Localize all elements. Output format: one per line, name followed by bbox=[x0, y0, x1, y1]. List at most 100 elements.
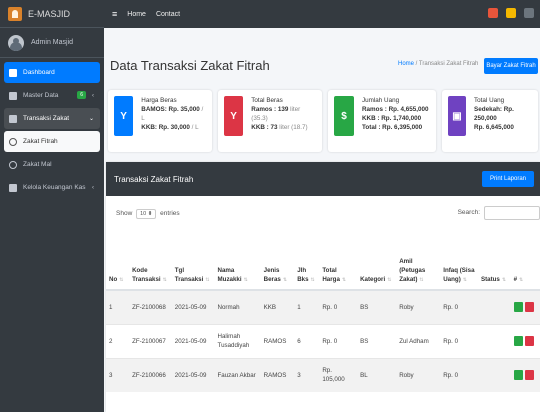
col-actions[interactable]: # ⇅ bbox=[510, 234, 540, 291]
edit-icon[interactable] bbox=[513, 370, 523, 381]
info-value: Ramos : 139 bbox=[251, 106, 289, 113]
user-menu-icon[interactable] bbox=[524, 8, 534, 18]
info-heading: Jumlah Uang bbox=[362, 97, 400, 104]
bayar-zakat-label: Bayar Zakat Fitrah bbox=[486, 63, 536, 69]
cell-kategori: BL bbox=[357, 357, 397, 392]
sidebar-item-label: Zakat Fitrah bbox=[23, 138, 58, 145]
bell-icon[interactable] bbox=[506, 8, 516, 18]
chevron-left-icon: ‹ bbox=[92, 92, 94, 99]
transaksi-card: Transaksi Zakat Fitrah Print Laporan Sho… bbox=[106, 162, 540, 412]
col-infaq[interactable]: Infaq (Sisa Uang) ⇅ bbox=[440, 234, 478, 291]
wallet-icon bbox=[9, 183, 17, 192]
info-box-jumlah-uang: $ Jumlah Uang Ramos : Rp. 4,655,000 KKB … bbox=[328, 90, 436, 152]
bayar-zakat-button[interactable]: Bayar Zakat Fitrah bbox=[484, 58, 538, 74]
info-value: KKB : 73 bbox=[251, 124, 278, 131]
cell-total: Rp. 105,000 bbox=[319, 357, 358, 392]
col-nama[interactable]: Nama Muzakki ⇅ bbox=[214, 234, 261, 291]
edit-icon[interactable] bbox=[513, 336, 523, 346]
breadcrumb: Home / Transaksi Zakat Fitrah bbox=[398, 61, 478, 67]
cell-kode: ZF-2100066 bbox=[129, 357, 172, 392]
nav-contact-link[interactable]: Contact bbox=[156, 11, 180, 18]
cell-amil: Zul Adham bbox=[396, 323, 441, 358]
col-amil[interactable]: Amil (Petugas Zakat) ⇅ bbox=[396, 234, 441, 291]
hamburger-menu-icon[interactable]: ≡ bbox=[112, 9, 117, 19]
rice-icon: Y bbox=[114, 96, 134, 136]
mosque-logo-icon bbox=[8, 6, 22, 21]
notification-icon[interactable] bbox=[488, 8, 498, 18]
cell-infaq: Rp. 0 bbox=[440, 323, 478, 358]
table-controls: Show 10 ⬍ entries Search: bbox=[106, 196, 540, 234]
col-tgl[interactable]: Tgl Transaksi ⇅ bbox=[171, 234, 215, 291]
card-title: Transaksi Zakat Fitrah bbox=[114, 174, 194, 184]
print-laporan-button[interactable]: Print Laporan bbox=[482, 171, 534, 187]
chevron-down-icon: ⌄ bbox=[88, 116, 94, 122]
info-heading: Total Beras bbox=[251, 97, 283, 104]
print-laporan-label: Print Laporan bbox=[489, 176, 527, 182]
info-heading: Harga Beras bbox=[141, 97, 177, 104]
delete-icon[interactable] bbox=[524, 370, 534, 381]
card-header: Transaksi Zakat Fitrah Print Laporan bbox=[106, 162, 540, 196]
cell-status bbox=[477, 289, 511, 324]
search-label: Search: bbox=[457, 209, 480, 216]
money-icon: $ bbox=[334, 96, 354, 136]
sidebar-item-dashboard[interactable]: Dashboard bbox=[4, 62, 100, 83]
info-box-total-beras: Y Total Beras Ramos : 139 liter (35.3) K… bbox=[218, 90, 322, 152]
info-value: Rp. 6,645,000 bbox=[474, 124, 514, 131]
sidebar-item-label: Dashboard bbox=[23, 69, 55, 76]
database-icon bbox=[9, 91, 17, 100]
col-kode[interactable]: Kode Transaksi ⇅ bbox=[129, 234, 172, 291]
cell-infaq: Rp. 0 bbox=[440, 357, 478, 392]
top-navbar: ≡ Home Contact bbox=[104, 0, 540, 28]
sidebar-item-master-data[interactable]: Master Data 6 ‹ bbox=[4, 85, 100, 106]
cell-infaq: Rp. 0 bbox=[440, 289, 478, 324]
col-jenis[interactable]: Jenis Beras ⇅ bbox=[260, 234, 295, 291]
delete-icon[interactable] bbox=[524, 302, 534, 313]
sidebar-item-label: Transaksi Zakat bbox=[23, 115, 69, 122]
cell-kode: ZF-2100068 bbox=[129, 289, 172, 324]
sidebar-item-zakat-mal[interactable]: Zakat Mal bbox=[4, 154, 100, 175]
col-status[interactable]: Status ⇅ bbox=[477, 234, 511, 291]
info-heading: Total Uang bbox=[474, 97, 505, 104]
cell-tgl: 2021-05-09 bbox=[171, 323, 215, 358]
col-jlh[interactable]: Jlh Bks ⇅ bbox=[294, 234, 320, 291]
breadcrumb-home-link[interactable]: Home bbox=[398, 61, 414, 67]
cell-kategori: BS bbox=[357, 323, 397, 358]
cell-nama: Halimah Tusaddiyah bbox=[214, 323, 261, 358]
delete-icon[interactable] bbox=[524, 336, 534, 346]
entries-select[interactable]: 10 ⬍ bbox=[136, 209, 157, 219]
cell-actions bbox=[510, 289, 540, 324]
col-kategori[interactable]: Kategori ⇅ bbox=[357, 234, 397, 291]
nav-home-link[interactable]: Home bbox=[127, 11, 146, 18]
info-value: BAMOS: Rp. 35,000 bbox=[141, 106, 200, 113]
user-name: Admin Masjid bbox=[31, 39, 74, 46]
wallet-icon: ▣ bbox=[448, 96, 467, 136]
col-no[interactable]: No ⇅ bbox=[106, 234, 130, 291]
circle-icon bbox=[9, 137, 17, 146]
cell-tgl: 2021-05-09 bbox=[171, 289, 215, 324]
sidebar-item-transaksi-zakat[interactable]: Transaksi Zakat ⌄ bbox=[4, 108, 100, 129]
cell-amil: Roby bbox=[396, 289, 441, 324]
col-total[interactable]: Total Harga ⇅ bbox=[319, 234, 358, 291]
info-box-harga-beras: Y Harga Beras BAMOS: Rp. 35,000 / L KKB:… bbox=[108, 90, 212, 152]
search-input[interactable] bbox=[484, 206, 540, 220]
info-value: Sedekah: Rp. 250,000 bbox=[474, 106, 514, 122]
count-badge: 6 bbox=[77, 91, 86, 99]
cell-amil: Roby bbox=[396, 357, 441, 392]
cell-actions bbox=[510, 323, 540, 358]
cell-no: 2 bbox=[106, 323, 130, 358]
cell-jenis: RAMOS bbox=[260, 323, 295, 358]
show-entries: Show 10 ⬍ entries bbox=[116, 209, 180, 219]
brand-logo[interactable]: E-MASJID bbox=[0, 0, 104, 28]
edit-icon[interactable] bbox=[513, 302, 523, 313]
circle-icon bbox=[9, 160, 17, 169]
brand-title: E-MASJID bbox=[28, 8, 71, 19]
cell-nama: Fauzan Akbar bbox=[214, 357, 261, 392]
info-value: Ramos : Rp. 4,655,000 bbox=[362, 106, 429, 113]
info-unit: liter (18.7) bbox=[277, 124, 308, 131]
user-panel[interactable]: Admin Masjid bbox=[0, 28, 104, 58]
table-row: 1 ZF-2100068 2021-05-09 Normah KKB 1 Rp.… bbox=[106, 289, 540, 324]
show-label: Show bbox=[116, 210, 133, 217]
sidebar-item-zakat-fitrah[interactable]: Zakat Fitrah bbox=[4, 131, 100, 152]
page-title: Data Transaksi Zakat Fitrah bbox=[110, 58, 270, 73]
sidebar-item-kelola-keuangan[interactable]: Kelola Keuangan Kas ‹ bbox=[4, 177, 100, 198]
